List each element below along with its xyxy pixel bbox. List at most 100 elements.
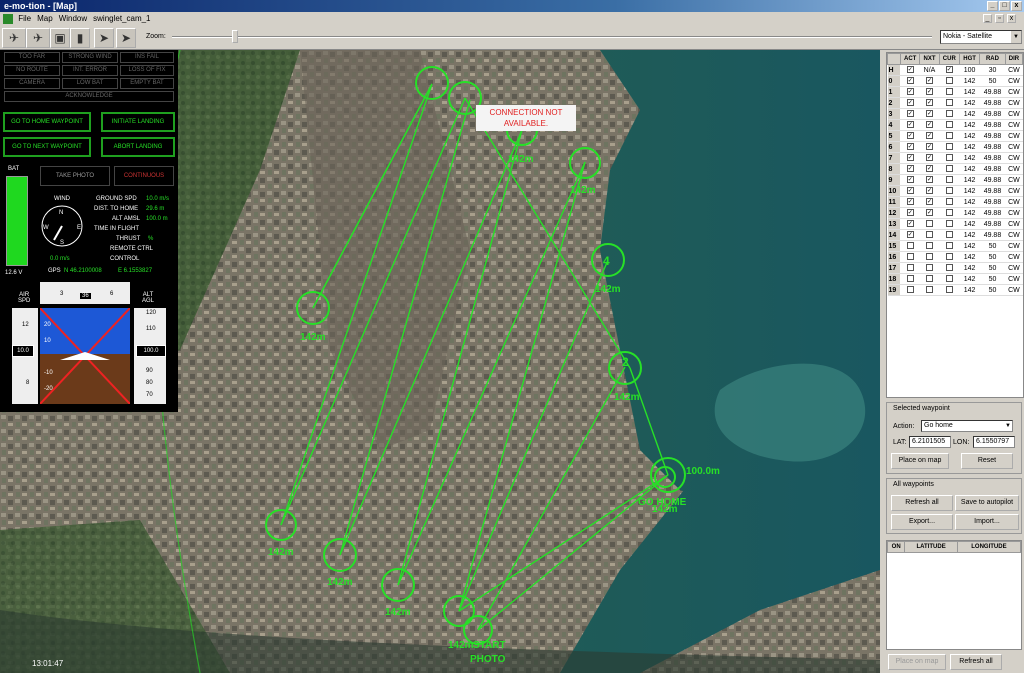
- checkbox-cell[interactable]: [939, 229, 960, 241]
- checkbox[interactable]: [926, 231, 933, 239]
- table-row[interactable]: 6 ✓ ✓ 142 49.88 CW: [887, 141, 1023, 153]
- plane-left-icon-button[interactable]: ➤: [94, 28, 114, 48]
- checkbox[interactable]: [945, 176, 953, 184]
- checkbox[interactable]: ✓: [926, 187, 933, 195]
- checkbox-cell[interactable]: ✓: [900, 163, 920, 175]
- zoom-slider-track[interactable]: [172, 36, 932, 38]
- checkbox-cell[interactable]: ✓: [919, 108, 940, 120]
- checkbox[interactable]: ✓: [926, 165, 933, 173]
- table-row[interactable]: 19 142 50 CW: [887, 284, 1023, 296]
- table-row[interactable]: 12 ✓ ✓ 142 49.88 CW: [887, 207, 1023, 219]
- table-row[interactable]: 18 142 50 CW: [887, 273, 1023, 285]
- checkbox-cell[interactable]: [939, 185, 960, 197]
- checkbox-cell[interactable]: ✓: [900, 86, 920, 98]
- checkbox[interactable]: ✓: [926, 99, 933, 107]
- checkbox[interactable]: [945, 264, 953, 272]
- table-row[interactable]: 8 ✓ ✓ 142 49.88 CW: [887, 163, 1023, 175]
- mdi-minimize-button[interactable]: _: [983, 14, 992, 23]
- checkbox[interactable]: [926, 264, 933, 272]
- map-source-select[interactable]: Nokia - Satellite ▼: [940, 30, 1022, 44]
- checkbox[interactable]: [945, 110, 953, 118]
- checkbox[interactable]: ✓: [906, 231, 914, 239]
- initiate-landing-button[interactable]: INITIATE LANDING: [101, 112, 175, 132]
- table-row[interactable]: 17 142 50 CW: [887, 262, 1023, 274]
- checkbox-cell[interactable]: ✓: [919, 174, 940, 186]
- checkbox-cell[interactable]: [900, 273, 920, 285]
- checkbox-cell[interactable]: [939, 75, 960, 87]
- checkbox[interactable]: [926, 275, 933, 283]
- checkbox[interactable]: ✓: [906, 154, 914, 162]
- table-row[interactable]: 2 ✓ ✓ 142 49.88 CW: [887, 97, 1023, 109]
- aircraft-delete-icon-button[interactable]: ✈: [26, 28, 50, 48]
- checkbox[interactable]: ✓: [945, 66, 953, 74]
- checkbox[interactable]: ✓: [906, 209, 914, 217]
- checkbox-cell[interactable]: [939, 218, 960, 230]
- checkbox-cell[interactable]: [919, 273, 940, 285]
- mdi-close-button[interactable]: x: [1007, 14, 1016, 23]
- save-to-autopilot-button[interactable]: Save to autopilot: [955, 495, 1019, 511]
- checkbox[interactable]: ✓: [926, 198, 933, 206]
- checkbox-cell[interactable]: ✓: [919, 75, 940, 87]
- table-row[interactable]: 7 ✓ ✓ 142 49.88 CW: [887, 152, 1023, 164]
- checkbox-cell[interactable]: [939, 152, 960, 164]
- checkbox-cell[interactable]: ✓: [900, 196, 920, 208]
- checkbox[interactable]: [945, 154, 953, 162]
- checkbox[interactable]: ✓: [906, 198, 914, 206]
- checkbox[interactable]: [945, 220, 953, 228]
- checkbox-cell[interactable]: ✓: [919, 163, 940, 175]
- checkbox-cell[interactable]: [939, 108, 960, 120]
- zoom-slider-thumb[interactable]: [232, 30, 238, 43]
- checkbox[interactable]: ✓: [906, 110, 914, 118]
- table-row[interactable]: 4 ✓ ✓ 142 49.88 CW: [887, 119, 1023, 131]
- mdi-restore-button[interactable]: ▫: [995, 14, 1004, 23]
- checkbox[interactable]: [906, 253, 914, 261]
- checkbox-cell[interactable]: ✓: [900, 141, 920, 153]
- checkbox[interactable]: [945, 99, 953, 107]
- checkbox[interactable]: [945, 132, 953, 140]
- checkbox-cell[interactable]: ✓: [919, 152, 940, 164]
- menu-vehicle[interactable]: swinglet_cam_1: [93, 14, 150, 23]
- take-photo-button[interactable]: TAKE PHOTO: [40, 166, 110, 186]
- go-next-button[interactable]: GO TO NEXT WAYPOINT: [3, 137, 91, 157]
- checkbox[interactable]: ✓: [906, 77, 914, 85]
- checkbox[interactable]: [906, 264, 914, 272]
- checkbox-cell[interactable]: N/A: [919, 64, 940, 76]
- checkbox[interactable]: ✓: [926, 77, 933, 85]
- checkbox-cell[interactable]: ✓: [900, 130, 920, 142]
- checkbox-cell[interactable]: [919, 251, 940, 263]
- checkbox-cell[interactable]: ✓: [919, 207, 940, 219]
- checkbox-cell[interactable]: [939, 196, 960, 208]
- checkbox-cell[interactable]: [939, 284, 960, 296]
- checkbox[interactable]: ✓: [906, 121, 914, 129]
- refresh-all-button[interactable]: Refresh all: [891, 495, 953, 511]
- menu-window[interactable]: Window: [59, 14, 87, 23]
- checkbox-cell[interactable]: ✓: [919, 130, 940, 142]
- checkbox[interactable]: [945, 198, 953, 206]
- checkbox[interactable]: [906, 242, 914, 250]
- table-row[interactable]: 9 ✓ ✓ 142 49.88 CW: [887, 174, 1023, 186]
- checkbox[interactable]: [945, 275, 953, 283]
- plane-right-icon-button[interactable]: ➤: [116, 28, 136, 48]
- checkbox[interactable]: ✓: [926, 88, 933, 96]
- menu-map[interactable]: Map: [37, 14, 53, 23]
- checkbox-cell[interactable]: [919, 262, 940, 274]
- checkbox[interactable]: ✓: [906, 187, 914, 195]
- checkbox-cell[interactable]: [939, 273, 960, 285]
- checkbox[interactable]: [945, 121, 953, 129]
- checkbox[interactable]: ✓: [926, 209, 933, 217]
- checkbox[interactable]: [906, 275, 914, 283]
- go-home-button[interactable]: GO TO HOME WAYPOINT: [3, 112, 91, 132]
- checkbox-cell[interactable]: ✓: [900, 97, 920, 109]
- checkbox-cell[interactable]: [939, 240, 960, 252]
- checkbox-cell[interactable]: ✓: [900, 185, 920, 197]
- table-row[interactable]: 10 ✓ ✓ 142 49.88 CW: [887, 185, 1023, 197]
- checkbox-cell[interactable]: ✓: [900, 64, 920, 76]
- checkbox-cell[interactable]: [939, 130, 960, 142]
- table-row[interactable]: H ✓ N/A ✓ 100 30 CW: [887, 64, 1023, 76]
- checkbox-cell[interactable]: [900, 262, 920, 274]
- checkbox-cell[interactable]: ✓: [900, 218, 920, 230]
- checkbox-cell[interactable]: [919, 229, 940, 241]
- abort-landing-button[interactable]: ABORT LANDING: [101, 137, 175, 157]
- checkbox[interactable]: ✓: [906, 220, 914, 228]
- checkbox[interactable]: ✓: [926, 154, 933, 162]
